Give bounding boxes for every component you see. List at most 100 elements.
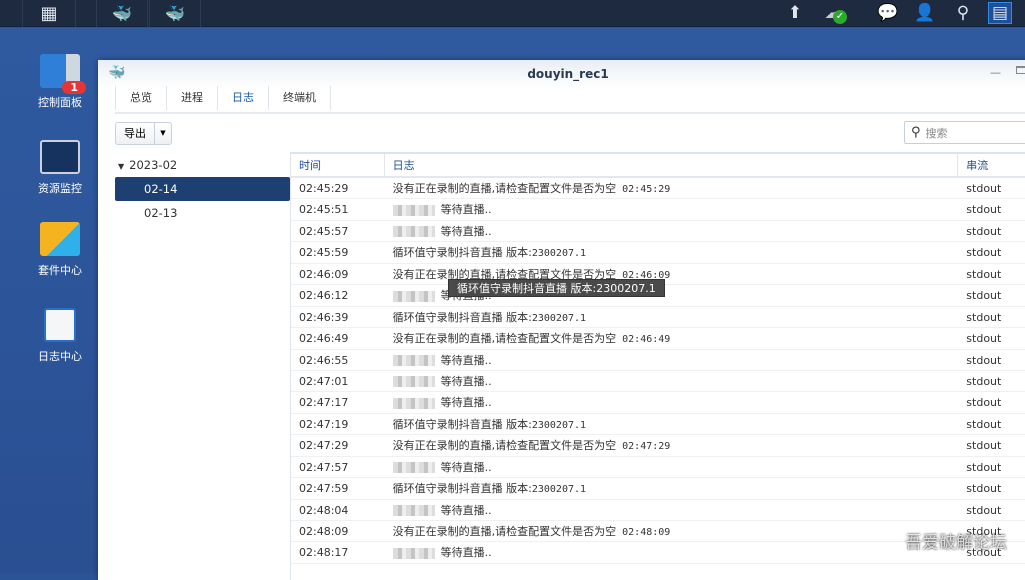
- table-row[interactable]: 02:45:29 没有正在录制的直播,请检查配置文件是否为空 02:45:29 std…: [291, 178, 1025, 200]
- cell-time: 02:47:57: [299, 460, 349, 474]
- log-text: 等待直播..: [440, 396, 492, 410]
- desktop-icon-resource-monitor[interactable]: 资源监控: [28, 140, 92, 196]
- dropdown-arrow-icon[interactable]: ▼: [155, 123, 171, 144]
- redacted-text: [392, 397, 435, 409]
- cloud-sync-icon[interactable]: ☁✓: [821, 2, 847, 24]
- table-row[interactable]: 02:45:51 等待直播.. stdout: [291, 199, 1025, 221]
- table-row[interactable]: 02:47:01 等待直播.. stdout: [291, 371, 1025, 393]
- maximize-button[interactable]: [1016, 66, 1025, 74]
- main-menu-button[interactable]: ▦: [22, 0, 76, 27]
- log-value: 2300207.1: [531, 484, 587, 496]
- cell-time: 02:48:09: [299, 525, 349, 538]
- table-row[interactable]: 02:47:57 等待直播.. stdout: [291, 457, 1025, 479]
- cell-log: 循环值守录制抖音直播 版本:2300207.1: [385, 307, 959, 327]
- tab-terminal[interactable]: 终端机: [269, 86, 331, 110]
- tab-log[interactable]: 日志: [218, 86, 269, 110]
- cell-stream: stdout: [966, 439, 1002, 453]
- log-text: 没有正在录制的直播,请检查配置文件是否为空: [392, 525, 617, 538]
- resource-monitor-icon: [40, 140, 80, 174]
- cell-time: 02:46:49: [299, 332, 349, 346]
- tooltip: 循环值守录制抖音直播 版本:2300207.1: [448, 279, 665, 297]
- cell-stream: stdout: [966, 182, 1002, 195]
- cell-log: 等待直播..: [385, 371, 959, 391]
- cell-log: 循环值守录制抖音直播 版本:2300207.1: [385, 414, 959, 434]
- grid-icon: ▦: [40, 3, 58, 24]
- log-text: 等待直播..: [440, 353, 492, 367]
- redacted-text: [392, 226, 435, 238]
- log-text: 没有正在录制的直播,请检查配置文件是否为空: [392, 332, 617, 346]
- watermark: 吾爱破解论坛: [905, 533, 1007, 553]
- title-bar[interactable]: 🐳 douyin_rec1 —: [98, 60, 1025, 88]
- tab-process[interactable]: 进程: [167, 86, 218, 110]
- redacted-text: [392, 204, 435, 216]
- cell-log: 循环值守录制抖音直播 版本:2300207.1: [385, 478, 959, 498]
- table-row[interactable]: 02:47:29 没有正在录制的直播,请检查配置文件是否为空 02:47:29 std…: [291, 435, 1025, 457]
- cell-stream: stdout: [966, 353, 1002, 367]
- search-placeholder: 搜索: [925, 126, 948, 140]
- app-window: 🐳 douyin_rec1 — 总览 进程 日志 终端机 导出 ▼ ⚲ 搜索 ▼…: [98, 60, 1025, 580]
- cell-log: 等待直播..: [385, 542, 959, 562]
- column-header-stream[interactable]: 串流: [958, 154, 1025, 176]
- cell-stream: stdout: [966, 396, 1002, 410]
- cell-log: 循环值守录制抖音直播 版本:2300207.1: [385, 242, 959, 262]
- desktop-icon-label: 日志中心: [38, 350, 82, 363]
- table-row[interactable]: 02:46:55 等待直播.. stdout: [291, 350, 1025, 371]
- table-row[interactable]: 02:48:04 等待直播.. stdout: [291, 500, 1025, 521]
- upload-icon[interactable]: ⬆: [783, 2, 807, 24]
- user-icon[interactable]: 👤: [913, 2, 937, 24]
- column-header-time[interactable]: 时间: [291, 154, 385, 176]
- cell-time: 02:47:19: [299, 417, 349, 431]
- export-button[interactable]: 导出 ▼: [115, 122, 172, 145]
- table-row[interactable]: 02:45:57 等待直播.. stdout: [291, 221, 1025, 243]
- table-row[interactable]: 02:46:49 没有正在录制的直播,请检查配置文件是否为空 02:46:49 std…: [291, 328, 1025, 350]
- desktop-icon-log-center[interactable]: 日志中心: [28, 308, 92, 364]
- log-value: 02:46:49: [622, 334, 671, 346]
- redacted-text: [392, 355, 435, 366]
- minimize-button[interactable]: —: [990, 66, 1001, 79]
- widgets-icon[interactable]: ▤: [988, 2, 1012, 24]
- cell-time: 02:48:04: [299, 503, 349, 517]
- cell-log: 没有正在录制的直播,请检查配置文件是否为空 02:48:09: [385, 521, 959, 541]
- log-text: 循环值守录制抖音直播 版本:: [392, 482, 532, 496]
- tree-item[interactable]: 02-13: [115, 201, 290, 225]
- log-text: 等待直播..: [440, 546, 492, 560]
- tree-item[interactable]: 02-14: [115, 177, 290, 201]
- log-text: 等待直播..: [440, 224, 492, 238]
- chat-icon[interactable]: 💬: [876, 2, 900, 24]
- docker-icon: 🐳: [165, 4, 185, 23]
- table-row[interactable]: 02:46:39 循环值守录制抖音直播 版本:2300207.1 stdout: [291, 307, 1025, 329]
- cell-stream: stdout: [966, 310, 1002, 324]
- redacted-text: [392, 547, 435, 559]
- taskbar-app-docker-1[interactable]: 🐳: [96, 0, 148, 27]
- log-text: 循环值守录制抖音直播 版本:: [392, 246, 532, 260]
- desktop-icon-package-center[interactable]: 套件中心: [28, 222, 92, 278]
- log-value: 02:48:09: [622, 527, 671, 538]
- log-table: 时间 日志 串流 02:45:29 没有正在录制的直播,请检查配置文件是否为空 02…: [290, 152, 1025, 580]
- cell-stream: stdout: [966, 224, 1002, 238]
- cell-time: 02:46:39: [299, 310, 349, 324]
- taskbar-app-docker-2[interactable]: 🐳: [149, 0, 201, 27]
- desktop-icon-control-panel[interactable]: 1 控制面板: [28, 54, 92, 110]
- table-row[interactable]: 02:45:59 循环值守录制抖音直播 版本:2300207.1 stdout: [291, 242, 1025, 264]
- cell-time: 02:47:17: [299, 396, 349, 410]
- log-value: 2300207.1: [531, 248, 587, 260]
- table-row[interactable]: 02:47:59 循环值守录制抖音直播 版本:2300207.1 stdout: [291, 478, 1025, 500]
- search-input[interactable]: ⚲ 搜索: [904, 121, 1025, 144]
- tree-group[interactable]: ▼ 2023-02: [115, 153, 290, 177]
- log-value: 02:45:29: [622, 184, 671, 195]
- table-row[interactable]: 02:47:17 等待直播.. stdout: [291, 392, 1025, 414]
- desktop-icon-label: 资源监控: [38, 182, 82, 195]
- tab-overview[interactable]: 总览: [115, 86, 167, 110]
- table-row[interactable]: 02:47:19 循环值守录制抖音直播 版本:2300207.1 stdout: [291, 414, 1025, 436]
- cell-log: 等待直播..: [385, 392, 959, 412]
- cell-time: 02:46:09: [299, 267, 349, 281]
- search-icon[interactable]: ⚲: [951, 2, 975, 24]
- docker-icon: 🐳: [112, 4, 132, 23]
- cell-time: 02:45:57: [299, 224, 349, 238]
- log-center-icon: [44, 308, 76, 342]
- taskbar: ▦ 🐳 🐳 ⬆ ☁✓ 💬 👤 ⚲ ▤: [0, 0, 1025, 27]
- column-header-log[interactable]: 日志: [385, 154, 959, 176]
- export-label: 导出: [116, 123, 155, 144]
- package-center-icon: [40, 222, 80, 256]
- cell-stream: stdout: [966, 332, 1002, 346]
